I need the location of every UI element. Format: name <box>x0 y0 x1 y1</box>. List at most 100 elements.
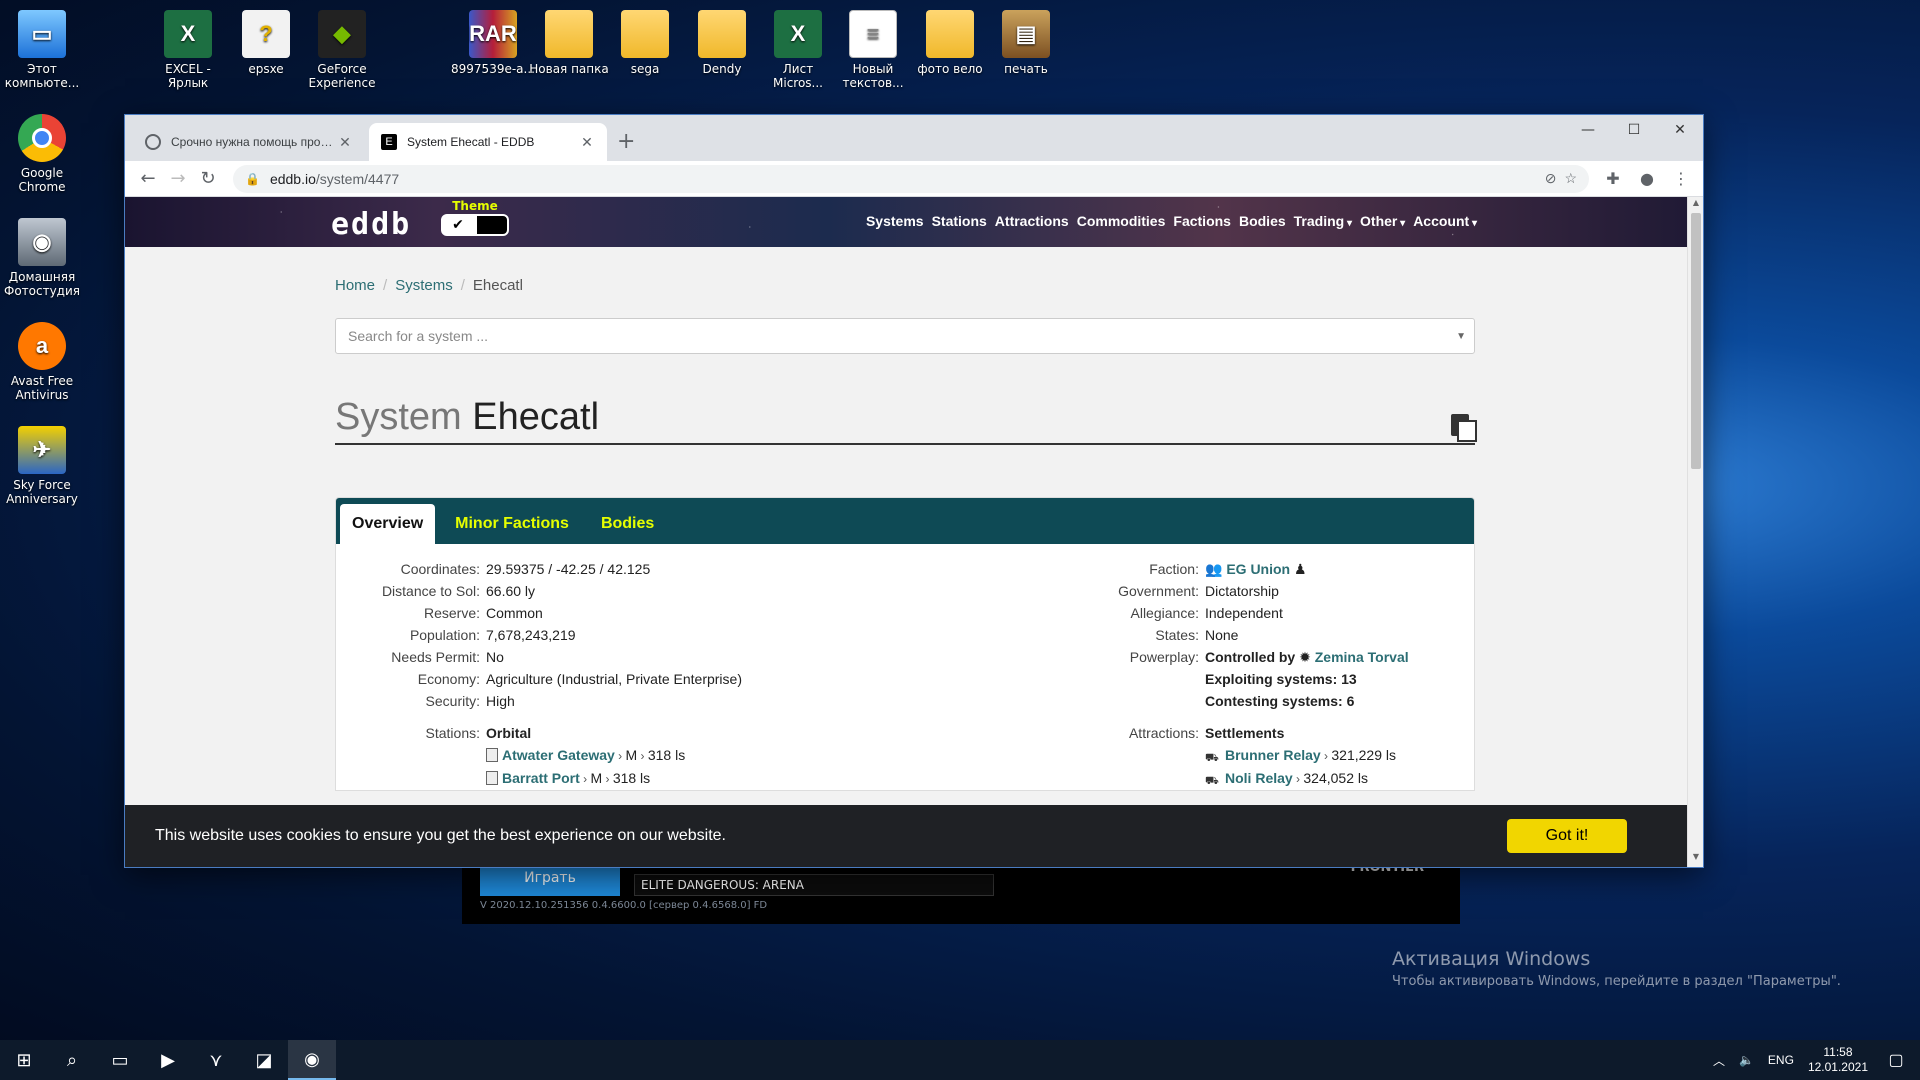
desktop-icon-this-pc[interactable]: ▭ Этот компьюте... <box>0 10 84 90</box>
station-icon <box>486 748 498 762</box>
desktop-icon-text-file[interactable]: ≡ Новый текстов... <box>831 10 915 90</box>
desktop-icon-label: печать <box>1004 62 1048 76</box>
nvidia-icon: ◆ <box>318 10 366 58</box>
close-tab-icon[interactable]: ✕ <box>579 134 595 151</box>
desktop-icon-excel-shortcut[interactable]: X EXCEL - Ярлык <box>146 10 230 90</box>
power-link[interactable]: Zemina Torval <box>1315 649 1409 665</box>
info-row: Coordinates: 29.59375 / -42.25 / 42.125 <box>336 558 905 580</box>
menu-systems[interactable]: Systems <box>866 213 924 229</box>
volume-icon[interactable]: 🔈 <box>1739 1053 1754 1067</box>
dropdown-arrow-icon[interactable]: ▼ <box>1456 331 1466 342</box>
taskbar-photo-icon[interactable]: ◪ <box>240 1040 288 1080</box>
menu-account[interactable]: Account <box>1413 213 1477 229</box>
reload-icon[interactable]: ↻ <box>193 165 223 193</box>
menu-stations[interactable]: Stations <box>932 213 987 229</box>
menu-other[interactable]: Other <box>1360 213 1405 229</box>
menu-attractions[interactable]: Attractions <box>995 213 1069 229</box>
tab-eddb[interactable]: E System Ehecatl - EDDB ✕ <box>369 123 607 161</box>
scroll-thumb[interactable] <box>1691 213 1701 469</box>
forward-icon[interactable]: → <box>163 165 193 193</box>
tab-overview[interactable]: Overview <box>340 504 436 544</box>
maximize-icon[interactable]: ☐ <box>1611 115 1657 145</box>
desktop-icon-excel-sheet[interactable]: X Лист Micros... <box>756 10 840 90</box>
info-key: Reserve: <box>423 605 480 621</box>
menu-kebab-icon[interactable]: ⋮ <box>1667 169 1695 188</box>
menu-trading[interactable]: Trading <box>1294 213 1352 229</box>
profile-avatar-icon[interactable]: ● <box>1633 169 1661 188</box>
title-prefix: System <box>335 396 462 438</box>
address-bar[interactable]: 🔒 eddb.io/system/4477 ⊘ ☆ <box>233 164 1589 193</box>
desktop-icon-label: Домашняя Фотостудия <box>3 270 80 298</box>
menu-factions[interactable]: Factions <box>1173 213 1231 229</box>
info-value: 7,678,243,219 <box>486 627 576 643</box>
clock[interactable]: 11:58 12.01.2021 <box>1808 1045 1868 1075</box>
info-row: Powerplay: Controlled by ✹ Zemina Torval <box>905 646 1474 668</box>
eddb-logo[interactable]: eddb <box>331 207 411 242</box>
desktop-icon-avast[interactable]: a Avast Free Antivirus <box>0 322 84 402</box>
bookmark-star-icon[interactable]: ☆ <box>1564 170 1577 187</box>
desktop-icon-dendy[interactable]: Dendy <box>680 10 764 76</box>
station-icon <box>486 771 498 785</box>
language-indicator[interactable]: ENG <box>1768 1053 1794 1067</box>
close-tab-icon[interactable]: ✕ <box>337 134 353 151</box>
windows-activation-watermark: Активация Windows Чтобы активировать Win… <box>1392 948 1841 989</box>
page-viewport: eddb Theme ✔ Systems Stations Attraction… <box>125 197 1687 867</box>
taskbar-pc-icon[interactable]: ▭ <box>96 1040 144 1080</box>
station-link[interactable]: Atwater Gateway <box>502 747 615 763</box>
tab-bodies[interactable]: Bodies <box>589 504 666 544</box>
attraction-item: ⛟ Noli Relay › 324,052 ls <box>1205 770 1368 787</box>
system-search-input[interactable]: Search for a system ... ▼ <box>335 318 1475 354</box>
clipboard-copy-icon[interactable] <box>1449 410 1477 442</box>
tab-minor-factions[interactable]: Minor Factions <box>443 504 581 544</box>
attraction-link[interactable]: Brunner Relay <box>1225 747 1321 763</box>
tab-forum[interactable]: Срочно нужна помощь профи... ✕ <box>133 123 365 161</box>
window-controls: — ☐ ✕ <box>1565 115 1703 145</box>
info-row: Economy: Agriculture (Industrial, Private… <box>336 668 905 690</box>
desktop-icon-photo-bike[interactable]: фото вело <box>908 10 992 76</box>
breadcrumb-home[interactable]: Home <box>335 277 375 294</box>
menu-bodies[interactable]: Bodies <box>1239 213 1286 229</box>
notification-icon[interactable]: ▢ <box>1882 1050 1910 1070</box>
system-tray: ︿ 🔈 ENG 11:58 12.01.2021 ▢ <box>1713 1045 1920 1075</box>
desktop-icon-epsxe[interactable]: ? epsxe <box>224 10 308 76</box>
lock-icon[interactable]: 🔒 <box>245 172 260 186</box>
desktop-icon-photostudio[interactable]: ◉ Домашняя Фотостудия <box>0 218 84 298</box>
tracking-blocked-icon[interactable]: ⊘ <box>1545 170 1557 187</box>
minimize-icon[interactable]: — <box>1565 115 1611 145</box>
station-link[interactable]: Barratt Port <box>502 770 580 786</box>
menu-commodities[interactable]: Commodities <box>1077 213 1166 229</box>
theme-dark-toggle[interactable] <box>475 214 509 236</box>
new-tab-button[interactable]: + <box>617 129 635 154</box>
search-icon[interactable]: ⌕ <box>48 1040 96 1080</box>
scroll-up-icon[interactable]: ▲ <box>1688 198 1703 212</box>
desktop-icon-print[interactable]: ▤ печать <box>984 10 1068 76</box>
page-scrollbar[interactable]: ▲ ▼ <box>1687 197 1703 867</box>
extensions-icon[interactable]: ✚ <box>1599 169 1627 188</box>
winrar-icon: RAR <box>469 10 517 58</box>
settlement-icon: ⛟ <box>1205 752 1219 764</box>
desktop-icon-new-folder[interactable]: Новая папка <box>527 10 611 76</box>
browser-toolbar: ← → ↻ 🔒 eddb.io/system/4477 ⊘ ☆ ✚ ● ⋮ <box>125 161 1703 197</box>
cookie-accept-button[interactable]: Got it! <box>1507 819 1627 853</box>
desktop-icon-sky-force[interactable]: ✈ Sky Force Anniversary <box>0 426 84 506</box>
desktop-icon-geforce[interactable]: ◆ GeForce Experience <box>300 10 384 90</box>
attraction-link[interactable]: Noli Relay <box>1225 770 1293 786</box>
taskbar-chrome-icon[interactable]: ◉ <box>288 1040 336 1080</box>
info-value: 66.60 ly <box>486 583 536 599</box>
stations-group: Orbital <box>486 725 532 741</box>
taskbar-media-icon[interactable]: ▶ <box>144 1040 192 1080</box>
faction-link[interactable]: EG Union <box>1226 561 1290 577</box>
theme-light-toggle[interactable]: ✔ <box>441 214 475 236</box>
start-button-icon[interactable]: ⊞ <box>0 1040 48 1080</box>
scroll-down-icon[interactable]: ▼ <box>1688 852 1703 866</box>
breadcrumb-systems[interactable]: Systems <box>395 277 453 294</box>
desktop-icon-sega[interactable]: sega <box>603 10 687 76</box>
desktop-icon-label: Google Chrome <box>18 166 66 194</box>
taskbar-elite-icon[interactable]: ⋎ <box>192 1040 240 1080</box>
selected-game[interactable]: ELITE DANGEROUS: ARENA <box>634 874 994 896</box>
back-icon[interactable]: ← <box>133 165 163 193</box>
close-window-icon[interactable]: ✕ <box>1657 115 1703 145</box>
tray-chevron-icon[interactable]: ︿ <box>1713 1052 1725 1069</box>
desktop-icon-winrar[interactable]: RAR 8997539e-a... <box>451 10 535 76</box>
desktop-icon-chrome[interactable]: Google Chrome <box>0 114 84 194</box>
